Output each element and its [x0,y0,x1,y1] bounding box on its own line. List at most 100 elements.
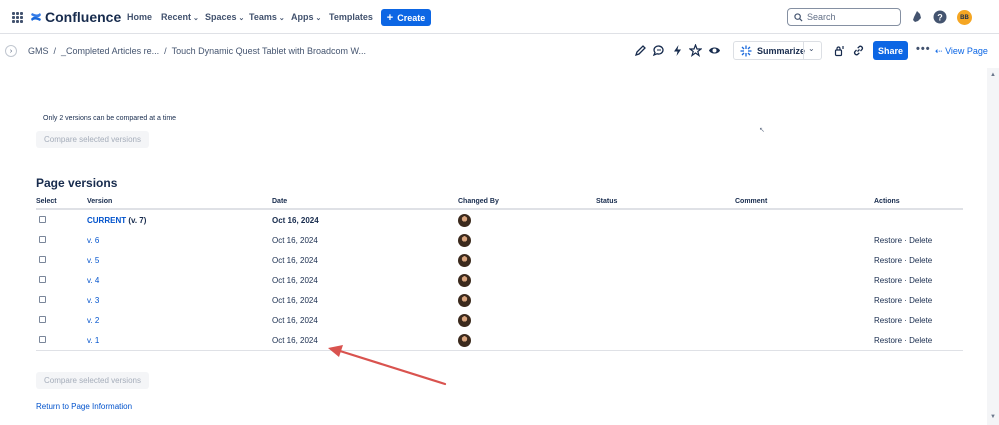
user-avatar[interactable] [458,233,471,247]
version-comment [735,230,874,250]
view-page-link[interactable]: ⇠ View Page [935,46,988,57]
chevron-down-icon[interactable]: ⌄ [808,44,815,53]
chevron-down-icon: ⌄ [238,15,245,22]
table-row: v. 6 Oct 16, 2024 Restore · Delete [36,230,963,250]
version-actions[interactable]: Restore · Delete [874,270,963,290]
version-actions[interactable]: Restore · Delete [874,330,963,351]
user-avatar[interactable] [458,253,471,267]
version-status [596,290,735,310]
create-button-label: Create [397,12,426,23]
more-icon: ••• [916,43,931,55]
table-header-row: Select Version Date Changed By Status Co… [36,194,963,210]
versions-table: Select Version Date Changed By Status Co… [36,194,963,351]
breadcrumb-item[interactable]: GMS [28,46,49,56]
edit-icon[interactable] [634,44,647,57]
vertical-scrollbar[interactable] [987,68,999,425]
sparkle-icon [740,45,752,56]
nav-apps[interactable]: Apps ⌄ [291,12,321,22]
page-toolbar: › GMS / _Completed Articles re... / Touch Dy… [0,34,999,68]
more-actions-button[interactable]: ••• [916,43,931,55]
watch-icon[interactable] [708,44,721,57]
version-comment [735,290,874,310]
version-actions[interactable]: Restore · Delete [874,310,963,330]
nav-recent[interactable]: Recent ⌄ [161,12,199,22]
version-date: Oct 16, 2024 [272,295,318,305]
version-date: Oct 16, 2024 [272,215,319,225]
version-checkbox[interactable] [39,315,46,323]
page-versions-title: Page versions [36,176,118,190]
column-header-date: Date [272,194,458,210]
user-avatar[interactable] [458,313,471,327]
column-header-comment: Comment [735,194,874,210]
table-row: v. 2 Oct 16, 2024 Restore · Delete [36,310,963,330]
apps-grid-icon[interactable] [12,12,23,23]
star-icon[interactable] [689,44,702,57]
version-link[interactable]: v. 5 [87,256,99,265]
version-link[interactable]: CURRENT [87,216,126,225]
version-status [596,270,735,290]
breadcrumb: GMS / _Completed Articles re... / Touch Dyna… [28,46,366,56]
scroll-up-icon[interactable]: ▲ [990,72,996,78]
link-icon[interactable] [852,44,865,57]
confluence-logo[interactable]: Confluence [30,9,121,25]
version-date: Oct 16, 2024 [272,275,318,285]
table-row: v. 5 Oct 16, 2024 Restore · Delete [36,250,963,270]
nav-spaces-label: Spaces [205,12,237,22]
user-avatar[interactable] [458,273,471,287]
nav-apps-label: Apps [291,12,314,22]
plus-icon: + [386,11,394,24]
user-avatar[interactable]: BB [957,10,972,25]
user-avatar[interactable] [458,333,471,347]
column-header-changed-by: Changed By [458,194,596,210]
return-to-page-information-link[interactable]: Return to Page Information [36,402,132,411]
version-checkbox[interactable] [39,295,46,303]
nav-home[interactable]: Home [127,12,152,22]
compare-selected-versions-button[interactable]: Compare selected versions [36,372,149,389]
compare-selected-versions-button[interactable]: Compare selected versions [36,131,149,148]
version-suffix: (v. 7) [128,215,147,225]
version-date: Oct 16, 2024 [272,330,458,351]
version-actions[interactable]: Restore · Delete [874,290,963,310]
user-initials: BB [960,14,969,21]
app-name: Confluence [45,9,122,25]
notifications-icon[interactable] [910,10,924,24]
help-icon[interactable]: ? [933,10,947,24]
nav-templates[interactable]: Templates [329,12,373,22]
version-comment [735,330,874,351]
version-link[interactable]: v. 2 [87,316,99,325]
version-comment [735,310,874,330]
summarize-button[interactable]: Summarize ⌄ [733,41,822,60]
breadcrumb-item[interactable]: _Completed Articles re... [61,46,159,56]
view-page-label: View Page [945,46,988,56]
share-button[interactable]: Share [873,41,908,60]
automation-icon[interactable] [671,44,684,57]
version-actions[interactable]: Restore · Delete [874,250,963,270]
version-checkbox[interactable] [39,215,46,223]
version-link[interactable]: v. 6 [87,236,99,245]
version-link[interactable]: v. 1 [87,336,99,345]
user-avatar[interactable] [458,213,471,227]
scroll-down-icon[interactable]: ▼ [990,414,996,420]
version-actions[interactable]: Restore · Delete [874,230,963,250]
version-link[interactable]: v. 3 [87,296,99,305]
table-row: v. 1 Oct 16, 2024 Restore · Delete [36,330,963,351]
search-input[interactable]: Search [787,8,901,26]
version-comment [735,270,874,290]
nav-teams[interactable]: Teams ⌄ [249,12,285,22]
restrictions-icon[interactable] [833,44,846,57]
version-checkbox[interactable] [39,235,46,243]
version-status [596,209,735,230]
search-icon [794,12,803,22]
version-checkbox[interactable] [39,275,46,283]
comment-icon[interactable] [652,44,665,57]
column-header-select: Select [36,194,87,210]
version-checkbox[interactable] [39,255,46,263]
nav-spaces[interactable]: Spaces ⌄ [205,12,244,22]
version-link[interactable]: v. 4 [87,276,99,285]
create-button[interactable]: + Create [381,9,431,26]
user-avatar[interactable] [458,293,471,307]
version-status [596,330,735,351]
version-checkbox[interactable] [39,335,46,343]
breadcrumb-item[interactable]: Touch Dynamic Quest Tablet with Broadcom… [172,46,366,56]
expand-sidebar-button[interactable]: › [5,45,17,57]
